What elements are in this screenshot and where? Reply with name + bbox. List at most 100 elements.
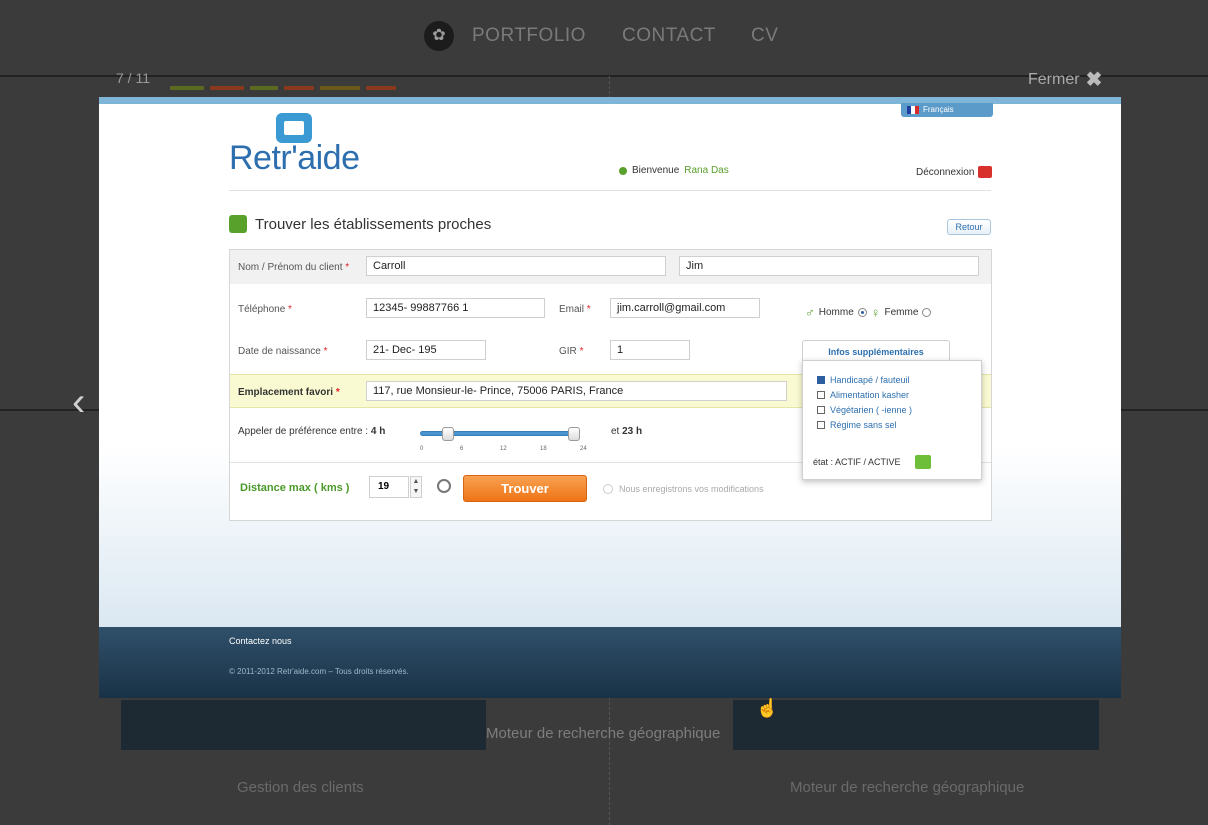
gender-male-radio[interactable] [857,308,867,317]
close-label: Fermer [1028,70,1080,88]
gender-selector: ♂ Homme ♀ Femme [805,305,932,320]
checkbox-vegetarian[interactable] [817,406,825,414]
nav-cv[interactable]: CV [751,25,778,47]
slider-tick: 18 [540,446,547,452]
online-status-icon [619,166,627,175]
slider-tick: 24 [580,446,587,452]
loading-icon [603,484,613,494]
call-time-slider[interactable] [420,427,580,441]
account-state: état : ACTIF / ACTIVE [813,455,931,469]
saving-status: Nous enregistrons vos modifications [603,484,764,494]
app-footer: Contactez nous © 2011-2012 Retr'aide.com… [99,627,1121,698]
section-title-text: Trouver les établissements proches [255,215,492,233]
thumbnail-moteur-recherche[interactable] [733,700,1099,750]
form-row-name: Nom / Prénom du client * Carroll Jim [230,250,991,284]
user-name: Rana Das [684,165,729,176]
thumbstrip-item [320,86,360,90]
location-label: Emplacement favori * [238,387,340,398]
thumbnail-caption-left: Gestion des clients [237,779,364,796]
birth-input[interactable]: 21- Dec- 195 [366,340,486,360]
french-flag-icon [907,106,919,114]
thumbstrip-item [250,86,278,90]
email-input[interactable]: jim.carroll@gmail.com [610,298,760,318]
extra-option-handicap[interactable]: Handicapé / fauteuil [817,375,910,385]
gir-label: GIR * [559,346,584,357]
close-icon: ✖ [1085,69,1103,91]
person-pin-icon [229,215,247,233]
logout-icon [978,166,993,178]
thumbnail-caption-right: Moteur de recherche géographique [790,779,1025,796]
gender-female-label: Femme [884,307,919,318]
state-label: état : ACTIF / ACTIVE [813,457,901,467]
extra-info-panel: Handicapé / fauteuil Alimentation kasher… [802,360,982,480]
logout-label: Déconnexion [916,166,975,178]
option-label: Végétarien ( -ienne ) [830,405,913,415]
checkbox-kasher[interactable] [817,391,825,399]
language-selector[interactable]: Français [901,103,993,117]
lightbox-close-button[interactable]: Fermer ✖ [1028,67,1102,92]
thumbstrip-item [284,86,314,90]
saving-text: Nous enregistrons vos modifications [619,484,764,494]
phone-label: Téléphone * [238,304,292,315]
lightbox-counter: 7 / 11 [116,70,150,86]
nav-portfolio[interactable]: PORTFOLIO [472,25,586,47]
name-label: Nom / Prénom du client * [238,262,350,273]
slider-handle-to[interactable] [568,427,580,441]
checkbox-salt-free[interactable] [817,421,825,429]
back-button[interactable]: Retour [947,219,991,235]
logout-link[interactable]: Déconnexion [916,166,993,178]
first-name-input[interactable]: Jim [679,256,979,276]
option-label: Régime sans sel [830,420,897,430]
welcome-prefix: Bienvenue [632,165,680,176]
checkbox-handicap[interactable] [817,376,825,384]
location-input[interactable]: 117, rue Monsieur-le- Prince, 75006 PARI… [366,381,787,401]
site-nav: ✿ PORTFOLIO CONTACT CV [0,0,1208,76]
email-label: Email * [559,304,591,315]
option-label: Handicapé / fauteuil [830,375,910,385]
lightbox-caption: Moteur de recherche géographique [486,725,721,742]
nav-contact[interactable]: CONTACT [622,25,716,47]
gender-female-radio[interactable] [922,308,932,317]
app-brand-name: Retr'aide [229,139,360,177]
slider-tick: 12 [500,446,507,452]
search-button[interactable]: Trouver [463,475,587,502]
call-label: Appeler de préférence entre : 4 h [238,426,386,437]
stepper-arrows-icon[interactable]: ▲ ▼ [410,476,422,498]
footer-contact-link[interactable]: Contactez nous [229,636,292,646]
slider-tick: 0 [420,446,424,452]
slider-tick: 6 [460,446,464,452]
thumbnail-gestion-clients[interactable] [121,700,486,750]
birth-label: Date de naissance * [238,346,328,357]
extra-option-kasher[interactable]: Alimentation kasher [817,390,909,400]
divider [0,75,1208,77]
search-icon[interactable] [437,479,451,493]
male-icon: ♂ [805,305,815,320]
lightbox-image: Français Retr'aide Bienvenue Rana Das Dé… [99,97,1121,698]
welcome-message: Bienvenue Rana Das [619,165,729,176]
call-to-label: et 23 h [611,426,643,437]
last-name-input[interactable]: Carroll [366,256,666,276]
female-icon: ♀ [870,305,881,320]
language-label: Français [923,105,954,114]
prev-arrow-icon[interactable]: ‹ [72,380,85,425]
section-title: Trouver les établissements proches [229,215,491,233]
distance-label: Distance max ( kms ) [240,482,350,494]
option-label: Alimentation kasher [830,390,910,400]
gir-input[interactable]: 1 [610,340,690,360]
footer-copyright: © 2011-2012 Retr'aide.com – Tous droits … [229,667,409,676]
active-status-icon [914,455,931,469]
distance-stepper[interactable]: 19 [369,476,409,498]
thumbstrip-item [170,86,204,90]
slider-handle-from[interactable] [442,427,454,441]
divider [229,190,991,191]
extra-option-vegetarian[interactable]: Végétarien ( -ienne ) [817,405,912,415]
lightbox-thumbstrip [170,86,430,92]
form-row-contact: Téléphone * 12345- 99887766 1 Email * ji… [230,284,991,332]
thumbstrip-item [210,86,244,90]
hand-cursor-icon: ☝ [756,698,779,718]
site-logo-icon[interactable]: ✿ [424,21,454,51]
gender-male-label: Homme [818,307,854,318]
thumbstrip-item [366,86,396,90]
extra-option-salt-free[interactable]: Régime sans sel [817,420,897,430]
phone-input[interactable]: 12345- 99887766 1 [366,298,545,318]
